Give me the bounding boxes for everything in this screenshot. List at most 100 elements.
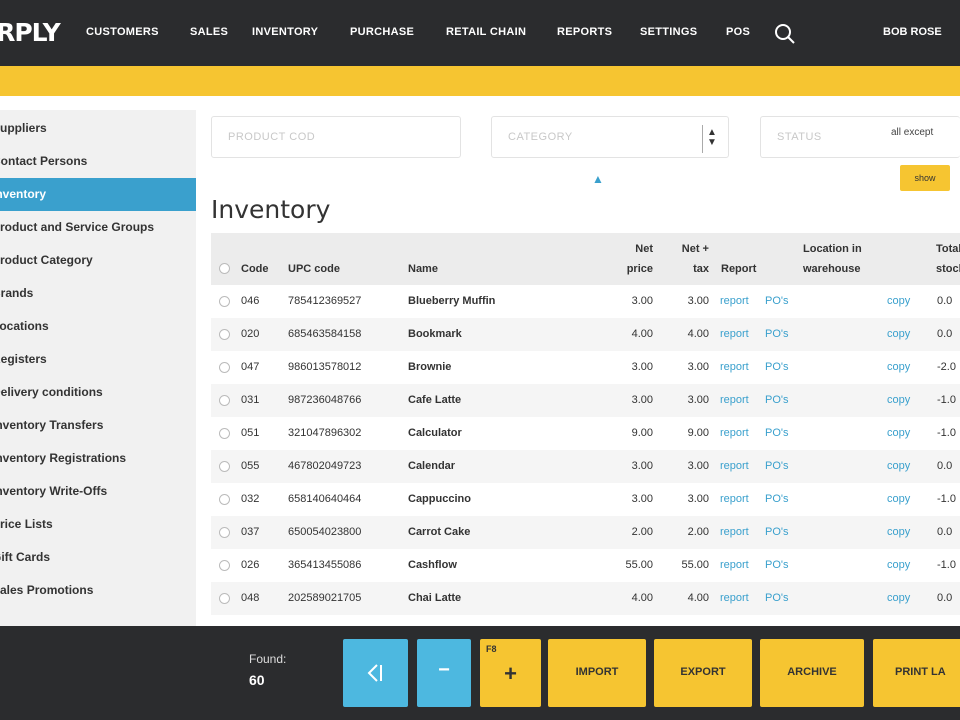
- purchase-orders-link[interactable]: PO's: [765, 559, 789, 571]
- collapse-button[interactable]: [343, 639, 408, 707]
- report-link[interactable]: report: [720, 526, 749, 538]
- nav-reports[interactable]: REPORTS: [557, 26, 612, 38]
- cell-name[interactable]: Calendar: [408, 460, 455, 472]
- cell-name[interactable]: Cafe Latte: [408, 394, 461, 406]
- table-row[interactable]: 037 650054023800 Carrot Cake 2.00 2.00 report…: [211, 516, 960, 549]
- copy-link[interactable]: copy: [887, 592, 910, 604]
- table-row[interactable]: 047 986013578012 Brownie 3.00 3.00 report PO's…: [211, 351, 960, 384]
- nav-pos[interactable]: POS: [726, 26, 750, 38]
- report-link[interactable]: report: [720, 361, 749, 373]
- row-checkbox[interactable]: [219, 560, 230, 571]
- copy-link[interactable]: copy: [887, 460, 910, 472]
- row-checkbox[interactable]: [219, 593, 230, 604]
- select-all-checkbox[interactable]: [219, 263, 230, 274]
- nav-inventory[interactable]: INVENTORY: [252, 26, 318, 38]
- table-row[interactable]: 051 321047896302 Calculator 9.00 9.00 report P…: [211, 417, 960, 450]
- purchase-orders-link[interactable]: PO's: [765, 592, 789, 604]
- copy-link[interactable]: copy: [887, 328, 910, 340]
- cell-name[interactable]: Carrot Cake: [408, 526, 470, 538]
- collapse-filters-icon[interactable]: ▲: [592, 172, 604, 186]
- copy-link[interactable]: copy: [887, 559, 910, 571]
- table-row[interactable]: 046 785412369527 Blueberry Muffin 3.00 3.00 r…: [211, 285, 960, 318]
- nav-purchase[interactable]: PURCHASE: [350, 26, 414, 38]
- purchase-orders-link[interactable]: PO's: [765, 328, 789, 340]
- cell-name[interactable]: Calculator: [408, 427, 462, 439]
- app-logo[interactable]: ERPLY: [0, 18, 61, 47]
- archive-button[interactable]: ARCHIVE: [760, 639, 864, 707]
- import-button[interactable]: IMPORT: [548, 639, 646, 707]
- copy-link[interactable]: copy: [887, 361, 910, 373]
- col-stock-line2[interactable]: stock: [936, 262, 960, 277]
- row-checkbox[interactable]: [219, 362, 230, 373]
- cell-name[interactable]: Cashflow: [408, 559, 457, 571]
- col-location-line2[interactable]: warehouse: [803, 262, 860, 277]
- table-row[interactable]: 048 202589021705 Chai Latte 4.00 4.00 report P…: [211, 582, 960, 615]
- sidebar-item-registers[interactable]: Registers: [0, 343, 196, 376]
- report-link[interactable]: report: [720, 592, 749, 604]
- user-menu[interactable]: BOB ROSE: [883, 26, 942, 38]
- copy-link[interactable]: copy: [887, 394, 910, 406]
- table-row[interactable]: 020 685463584158 Bookmark 4.00 4.00 report PO'…: [211, 318, 960, 351]
- add-button[interactable]: F8 +: [480, 639, 541, 707]
- nav-sales[interactable]: SALES: [190, 26, 228, 38]
- row-checkbox[interactable]: [219, 296, 230, 307]
- report-link[interactable]: report: [720, 295, 749, 307]
- copy-link[interactable]: copy: [887, 295, 910, 307]
- report-link[interactable]: report: [720, 328, 749, 340]
- cell-name[interactable]: Cappuccino: [408, 493, 471, 505]
- row-checkbox[interactable]: [219, 461, 230, 472]
- report-link[interactable]: report: [720, 559, 749, 571]
- sidebar-item-contact-persons[interactable]: Contact Persons: [0, 145, 196, 178]
- sidebar-item-inventory[interactable]: Inventory: [0, 178, 196, 211]
- purchase-orders-link[interactable]: PO's: [765, 427, 789, 439]
- row-checkbox[interactable]: [219, 527, 230, 538]
- copy-link[interactable]: copy: [887, 427, 910, 439]
- table-row[interactable]: 026 365413455086 Cashflow 55.00 55.00 report P…: [211, 549, 960, 582]
- status-select[interactable]: STATUS all except: [760, 116, 960, 158]
- sidebar-item-inventory-transfers[interactable]: Inventory Transfers: [0, 409, 196, 442]
- cell-name[interactable]: Brownie: [408, 361, 451, 373]
- sidebar-item-product-groups[interactable]: Product and Service Groups: [0, 211, 196, 244]
- sidebar-item-suppliers[interactable]: Suppliers: [0, 112, 196, 145]
- sidebar-item-inventory-registrations[interactable]: Inventory Registrations: [0, 442, 196, 475]
- report-link[interactable]: report: [720, 493, 749, 505]
- col-code[interactable]: Code: [241, 262, 269, 277]
- copy-link[interactable]: copy: [887, 526, 910, 538]
- copy-link[interactable]: copy: [887, 493, 910, 505]
- nav-customers[interactable]: CUSTOMERS: [86, 26, 159, 38]
- row-checkbox[interactable]: [219, 329, 230, 340]
- sidebar-item-locations[interactable]: Locations: [0, 310, 196, 343]
- col-net-tax-line2[interactable]: tax: [689, 262, 709, 277]
- nav-retail-chain[interactable]: RETAIL CHAIN: [446, 26, 526, 38]
- purchase-orders-link[interactable]: PO's: [765, 361, 789, 373]
- col-net-tax-line1[interactable]: Net +: [669, 242, 709, 257]
- cell-name[interactable]: Bookmark: [408, 328, 462, 340]
- col-net-price-line2[interactable]: price: [619, 262, 653, 277]
- sidebar-item-price-lists[interactable]: Price Lists: [0, 508, 196, 541]
- sidebar-item-gift-cards[interactable]: Gift Cards: [0, 541, 196, 574]
- product-code-input[interactable]: PRODUCT COD: [211, 116, 461, 158]
- cell-name[interactable]: Chai Latte: [408, 592, 461, 604]
- sidebar-item-brands[interactable]: Brands: [0, 277, 196, 310]
- purchase-orders-link[interactable]: PO's: [765, 493, 789, 505]
- nav-settings[interactable]: SETTINGS: [640, 26, 697, 38]
- search-icon[interactable]: [773, 22, 797, 46]
- row-checkbox[interactable]: [219, 428, 230, 439]
- col-net-price-line1[interactable]: Net: [629, 242, 653, 257]
- row-checkbox[interactable]: [219, 395, 230, 406]
- sidebar-item-delivery-conditions[interactable]: Delivery conditions: [0, 376, 196, 409]
- show-button[interactable]: show: [900, 165, 950, 191]
- category-select[interactable]: CATEGORY ▲ ▼: [491, 116, 729, 158]
- purchase-orders-link[interactable]: PO's: [765, 526, 789, 538]
- report-link[interactable]: report: [720, 394, 749, 406]
- col-name[interactable]: Name: [408, 262, 438, 277]
- purchase-orders-link[interactable]: PO's: [765, 460, 789, 472]
- col-location-line1[interactable]: Location in: [803, 242, 862, 257]
- table-row[interactable]: 055 467802049723 Calendar 3.00 3.00 report PO'…: [211, 450, 960, 483]
- report-link[interactable]: report: [720, 427, 749, 439]
- col-stock-line1[interactable]: Total: [936, 242, 960, 257]
- print-labels-button[interactable]: PRINT LA: [873, 639, 960, 707]
- table-row[interactable]: 032 658140640464 Cappuccino 3.00 3.00 report P…: [211, 483, 960, 516]
- purchase-orders-link[interactable]: PO's: [765, 295, 789, 307]
- remove-button[interactable]: −: [417, 639, 471, 707]
